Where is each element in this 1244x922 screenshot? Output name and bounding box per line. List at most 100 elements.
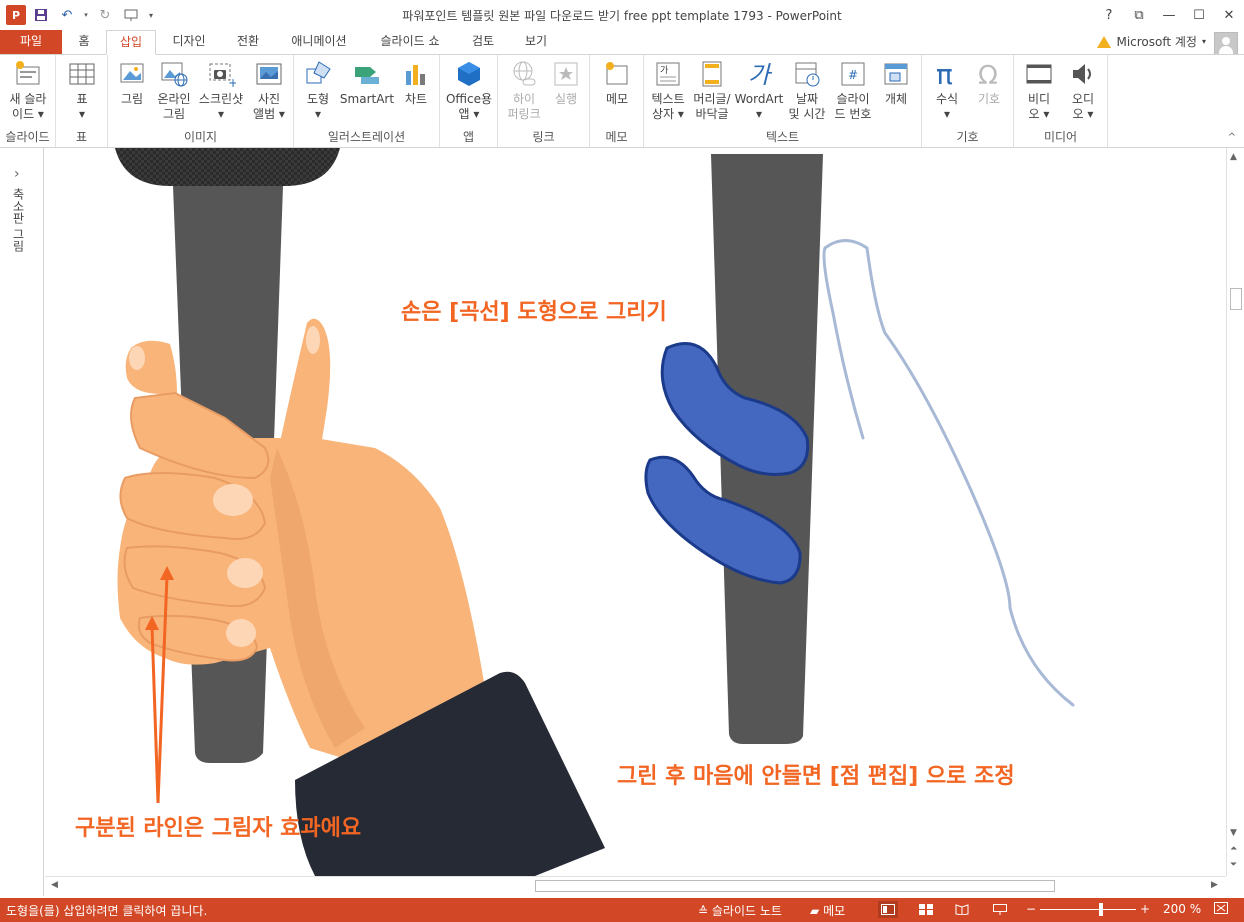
chevron-down-icon: ▾: [1201, 37, 1206, 46]
scroll-right-icon[interactable]: ▶: [1211, 880, 1218, 890]
slide-sorter-view-icon[interactable]: [916, 901, 936, 918]
reading-view-icon[interactable]: [952, 901, 972, 918]
undo-dropdown-icon[interactable]: ▾: [82, 4, 90, 26]
horizontal-scrollbar[interactable]: ◀ ▶: [45, 876, 1226, 894]
office-apps-button[interactable]: Office용 앱 ▾: [444, 59, 494, 122]
video-button[interactable]: 비디 오 ▾: [1018, 59, 1060, 122]
smartart-button[interactable]: SmartArt: [338, 59, 396, 107]
tab-insert[interactable]: 삽입: [106, 30, 156, 55]
object-button[interactable]: 개체: [876, 59, 916, 107]
tab-view[interactable]: 보기: [510, 30, 562, 54]
start-from-beginning-icon[interactable]: [120, 4, 142, 26]
smartart-label: SmartArt: [339, 92, 395, 106]
wordart-button[interactable]: 가 WordArt ▾: [734, 59, 784, 122]
svg-text:가: 가: [660, 65, 668, 76]
notes-button[interactable]: ≙ 슬라이드 노트: [698, 902, 782, 919]
slide-number-button[interactable]: # 슬라이 드 번호: [830, 59, 876, 122]
table-label: 표 ▾: [76, 92, 88, 121]
fit-slide-icon[interactable]: [1214, 902, 1228, 917]
new-slide-icon: [13, 59, 43, 89]
date-time-button[interactable]: 날짜 및 시간: [784, 59, 830, 122]
comments-button[interactable]: ▰ 메모: [810, 902, 845, 919]
action-button[interactable]: 실행: [546, 59, 586, 107]
date-time-icon: [792, 59, 822, 89]
comment-icon: [602, 59, 632, 89]
status-message: 도형을(를) 삽입하려면 클릭하여 끕니다.: [6, 904, 208, 918]
photo-album-icon: [254, 59, 284, 89]
slide-canvas[interactable]: 손은 [곡선] 도형으로 그리기 그린 후 마음에 안들면 [점 편집] 으로 …: [45, 148, 1226, 876]
microphone-head: [115, 148, 340, 186]
group-label-images: 이미지: [183, 130, 218, 144]
screenshot-button[interactable]: + 스크린샷 ▾: [196, 59, 246, 122]
undo-icon[interactable]: ↶: [56, 4, 78, 26]
help-icon[interactable]: ?: [1094, 0, 1124, 30]
close-icon[interactable]: ✕: [1214, 0, 1244, 30]
tab-transitions[interactable]: 전환: [222, 30, 274, 54]
table-button[interactable]: 표 ▾: [62, 59, 102, 122]
scroll-up-icon[interactable]: ▲: [1230, 152, 1237, 162]
maximize-icon[interactable]: ☐: [1184, 0, 1214, 30]
zoom-out-icon[interactable]: −: [1026, 902, 1036, 916]
expand-panel-icon[interactable]: ›: [14, 166, 20, 182]
picture-button[interactable]: 그림: [112, 59, 152, 107]
chart-button[interactable]: 차트: [396, 59, 436, 107]
zoom-slider-knob[interactable]: [1099, 903, 1103, 916]
vertical-scrollbar[interactable]: ▲ ▼ ⏶ ⏷: [1226, 148, 1244, 876]
slideshow-view-icon[interactable]: [990, 901, 1010, 918]
chart-label: 차트: [404, 92, 428, 106]
horizontal-scroll-thumb[interactable]: [535, 880, 1055, 892]
textbox-label: 텍스트 상자 ▾: [651, 92, 685, 121]
avatar[interactable]: [1214, 32, 1238, 56]
comment-button[interactable]: 메모: [596, 59, 638, 107]
group-label-links: 링크: [532, 130, 555, 144]
vertical-scroll-thumb[interactable]: [1230, 288, 1242, 310]
symbol-button[interactable]: Ω 기호: [968, 59, 1010, 107]
ribbon: 새 슬라 이드 ▾ 슬라이드 표 ▾ 표 그림 온라인 그림 + 스크린샷 ▾ …: [0, 54, 1244, 148]
equation-button[interactable]: π 수식 ▾: [926, 58, 968, 122]
collapse-ribbon-icon[interactable]: ^: [1228, 132, 1236, 143]
new-slide-button[interactable]: 새 슬라 이드 ▾: [4, 59, 52, 122]
svg-text:π: π: [936, 59, 953, 89]
window-controls: ? ⧉ — ☐ ✕: [1094, 0, 1244, 30]
online-picture-button[interactable]: 온라인 그림: [152, 59, 196, 122]
annotation-top: 손은 [곡선] 도형으로 그리기: [401, 300, 667, 325]
powerpoint-window: P ↶ ▾ ↻ ▾ 파워포인트 템플릿 원본 파일 다운로드 받기 free p…: [0, 0, 1244, 922]
tab-file[interactable]: 파일: [0, 30, 62, 54]
save-icon[interactable]: [30, 4, 52, 26]
hyperlink-button[interactable]: 하이 퍼링크: [502, 59, 546, 122]
header-footer-icon: [697, 59, 727, 89]
zoom-level[interactable]: 200 %: [1163, 902, 1201, 916]
photo-album-button[interactable]: 사진 앨범 ▾: [246, 59, 292, 122]
shapes-button[interactable]: 도형 ▾: [298, 59, 338, 122]
group-apps: Office용 앱 ▾ 앱: [440, 55, 498, 147]
group-images: 그림 온라인 그림 + 스크린샷 ▾ 사진 앨범 ▾ 이미지: [108, 55, 294, 147]
group-label-symbols: 기호: [956, 130, 979, 144]
tab-animations[interactable]: 애니메이션: [276, 30, 362, 54]
account-menu[interactable]: Microsoft 계정 ▾: [1097, 33, 1206, 50]
tab-design[interactable]: 디자인: [158, 30, 220, 54]
previous-slide-icon[interactable]: ⏶: [1230, 844, 1237, 854]
audio-button[interactable]: 오디 오 ▾: [1062, 59, 1104, 122]
zoom-in-icon[interactable]: +: [1140, 902, 1150, 916]
redo-icon[interactable]: ↻: [94, 4, 116, 26]
zoom-slider[interactable]: [1040, 909, 1136, 910]
textbox-button[interactable]: 가 텍스트 상자 ▾: [646, 59, 690, 122]
slide-number-label: 슬라이 드 번호: [834, 92, 872, 121]
next-slide-icon[interactable]: ⏷: [1230, 860, 1237, 870]
tab-review[interactable]: 검토: [458, 30, 508, 54]
ribbon-display-options-icon[interactable]: ⧉: [1124, 0, 1154, 30]
normal-view-icon[interactable]: [878, 901, 898, 918]
customize-qat-icon[interactable]: ▾: [146, 4, 156, 26]
audio-icon: [1068, 59, 1098, 89]
scroll-left-icon[interactable]: ◀: [51, 880, 58, 890]
group-label-comments: 메모: [605, 130, 628, 144]
scroll-down-icon[interactable]: ▼: [1230, 828, 1237, 838]
group-label-media: 미디어: [1043, 130, 1078, 144]
header-footer-button[interactable]: 머리글/ 바닥글: [690, 59, 734, 122]
minimize-icon[interactable]: —: [1154, 0, 1184, 30]
nail-index: [129, 346, 145, 370]
tab-home[interactable]: 홈: [64, 30, 104, 54]
tab-slideshow[interactable]: 슬라이드 쇼: [364, 30, 456, 54]
online-picture-icon: [159, 59, 189, 89]
status-bar: 도형을(를) 삽입하려면 클릭하여 끕니다. ≙ 슬라이드 노트 ▰ 메모 − …: [0, 898, 1244, 922]
